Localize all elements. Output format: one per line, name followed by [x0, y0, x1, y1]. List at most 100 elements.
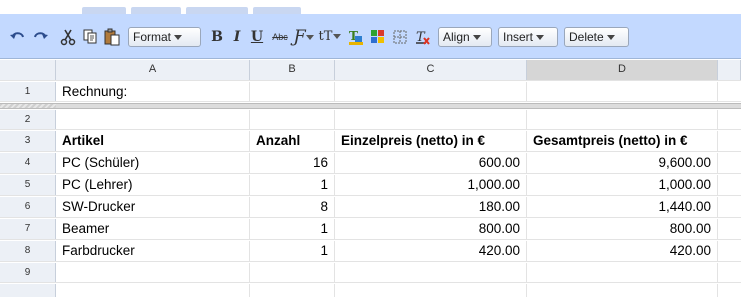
cell-b3[interactable]: Anzahl — [250, 131, 335, 151]
insert-dropdown[interactable]: Insert — [498, 27, 558, 47]
tab-strip — [0, 0, 741, 14]
borders-icon[interactable] — [390, 28, 410, 46]
cell-a10[interactable] — [56, 284, 250, 297]
cell-a2[interactable] — [56, 110, 250, 129]
table-row: 4 PC (Schüler) 16 600.00 9,600.00 — [0, 153, 741, 174]
cell-a7[interactable]: Beamer — [56, 219, 250, 239]
row-header[interactable]: 3 — [0, 131, 56, 151]
cell-b5[interactable]: 1 — [250, 175, 335, 195]
cell-b6[interactable]: 8 — [250, 197, 335, 217]
cell-c5[interactable]: 1,000.00 — [335, 175, 527, 195]
cell-a4[interactable]: PC (Schüler) — [56, 153, 250, 173]
copy-icon[interactable] — [80, 28, 100, 46]
chevron-down-icon — [333, 34, 342, 39]
cell-d7[interactable]: 800.00 — [527, 219, 718, 239]
freeze-bar[interactable] — [0, 103, 741, 109]
cell-b2[interactable] — [250, 110, 335, 129]
align-dropdown[interactable]: Align — [438, 27, 492, 47]
cell-a8[interactable]: Farbdrucker — [56, 241, 250, 261]
cell-d3[interactable]: Gesamtpreis (netto) in € — [527, 131, 718, 151]
row-header[interactable]: 2 — [0, 110, 56, 129]
sheet-tab[interactable] — [82, 7, 126, 14]
bold-button[interactable]: B — [208, 28, 226, 46]
corner-cell[interactable] — [0, 60, 56, 80]
italic-button[interactable]: I — [228, 28, 246, 46]
cell-b4[interactable]: 16 — [250, 153, 335, 173]
delete-dropdown[interactable]: Delete — [564, 27, 629, 47]
cell-d4[interactable]: 9,600.00 — [527, 153, 718, 173]
cell-a1[interactable]: Rechnung: — [56, 82, 250, 101]
row-header[interactable]: 9 — [0, 263, 56, 282]
table-row: 1 Rechnung: — [0, 82, 741, 102]
table-row: 8 Farbdrucker 1 420.00 420.00 — [0, 241, 741, 262]
cell-d1[interactable] — [527, 82, 718, 101]
table-row: 7 Beamer 1 800.00 800.00 — [0, 219, 741, 240]
cut-icon[interactable] — [58, 28, 78, 46]
cell-c9[interactable] — [335, 263, 527, 282]
cell-c4[interactable]: 600.00 — [335, 153, 527, 173]
freeze-handle[interactable] — [0, 104, 56, 108]
font-family-button[interactable]: Ƒ — [293, 28, 315, 46]
cell-d6[interactable]: 1,440.00 — [527, 197, 718, 217]
cell-a6[interactable]: SW-Drucker — [56, 197, 250, 217]
chevron-down-icon — [174, 35, 183, 41]
column-header-c[interactable]: C — [335, 60, 527, 80]
cell-d8[interactable]: 420.00 — [527, 241, 718, 261]
cell-a3[interactable]: Artikel — [56, 131, 250, 151]
chevron-down-icon — [306, 35, 315, 40]
column-header-b[interactable]: B — [250, 60, 335, 80]
chevron-down-icon — [536, 35, 545, 41]
cell-b9[interactable] — [250, 263, 335, 282]
column-header-row: A B C D — [0, 60, 741, 81]
cell-a5[interactable]: PC (Lehrer) — [56, 175, 250, 195]
toolbar: Format B I U Abc Ƒ tT T T Align Insert D… — [0, 14, 741, 59]
sheet-tab[interactable] — [131, 7, 181, 14]
cell-b1[interactable] — [250, 82, 335, 101]
table-row: 2 — [0, 110, 741, 130]
table-row: 6 SW-Drucker 8 180.00 1,440.00 — [0, 197, 741, 218]
cell-b7[interactable]: 1 — [250, 219, 335, 239]
strikethrough-button[interactable]: Abc — [269, 28, 291, 46]
undo-icon[interactable] — [8, 28, 28, 46]
fill-color-icon[interactable] — [368, 28, 388, 46]
sheet-tab[interactable] — [253, 7, 301, 14]
column-header-e[interactable] — [718, 60, 741, 80]
row-header[interactable]: 6 — [0, 197, 56, 217]
paste-icon[interactable] — [102, 28, 122, 46]
column-header-d[interactable]: D — [527, 60, 718, 80]
cell-d5[interactable]: 1,000.00 — [527, 175, 718, 195]
chevron-down-icon — [472, 35, 481, 41]
row-header[interactable]: 7 — [0, 219, 56, 239]
cell-d9[interactable] — [527, 263, 718, 282]
cell-a9[interactable] — [56, 263, 250, 282]
text-color-icon[interactable]: T — [346, 28, 366, 46]
format-dropdown[interactable]: Format — [128, 27, 201, 47]
cell-c8[interactable]: 420.00 — [335, 241, 527, 261]
align-label: Align — [443, 30, 470, 44]
underline-button[interactable]: U — [248, 28, 266, 46]
cell-b8[interactable]: 1 — [250, 241, 335, 261]
cell-c2[interactable] — [335, 110, 527, 129]
delete-label: Delete — [569, 30, 604, 44]
cell-b10[interactable] — [250, 284, 335, 297]
row-header[interactable]: 5 — [0, 175, 56, 195]
column-header-a[interactable]: A — [56, 60, 250, 80]
cell-d10[interactable] — [527, 284, 718, 297]
cell-d2[interactable] — [527, 110, 718, 129]
cell-c10[interactable] — [335, 284, 527, 297]
row-header[interactable]: 4 — [0, 153, 56, 173]
row-header[interactable]: 1 — [0, 82, 56, 101]
cell-c3[interactable]: Einzelpreis (netto) in € — [335, 131, 527, 151]
redo-icon[interactable] — [30, 28, 50, 46]
table-row — [0, 284, 741, 297]
row-header[interactable]: 8 — [0, 241, 56, 261]
insert-label: Insert — [503, 30, 534, 44]
chevron-down-icon — [606, 35, 615, 41]
cell-c6[interactable]: 180.00 — [335, 197, 527, 217]
cell-c7[interactable]: 800.00 — [335, 219, 527, 239]
cell-c1[interactable] — [335, 82, 527, 101]
row-header[interactable] — [0, 284, 56, 297]
font-size-button[interactable]: tT — [318, 28, 342, 46]
sheet-tab[interactable] — [186, 7, 248, 14]
clear-format-icon[interactable]: T — [412, 28, 432, 46]
